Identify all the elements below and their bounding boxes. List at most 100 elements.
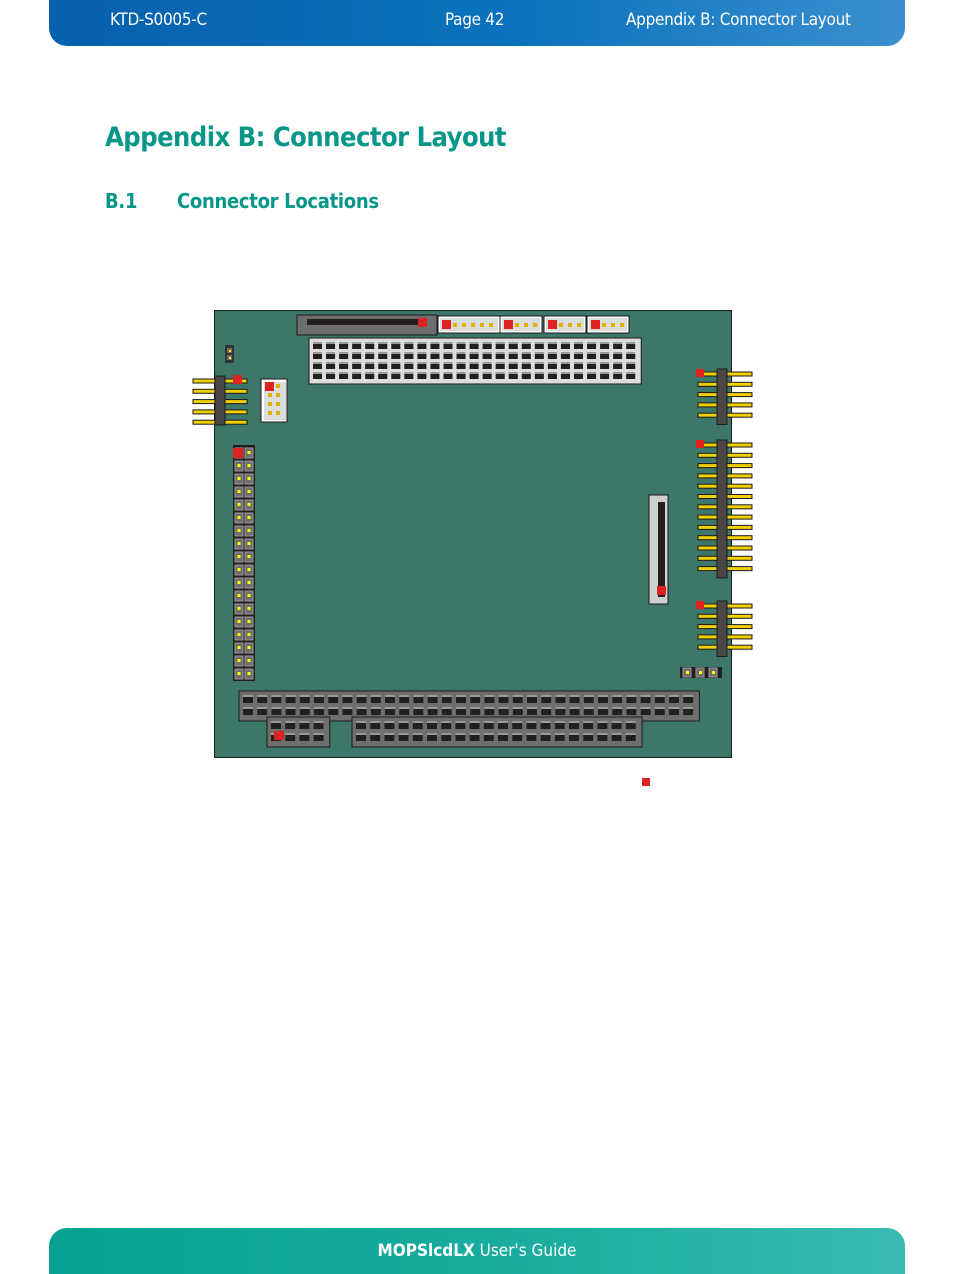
- pin-lead: [726, 634, 753, 640]
- pin: [559, 323, 563, 327]
- pin-dot: [237, 529, 241, 532]
- pin-dot: [237, 620, 241, 623]
- pin-hole: [512, 697, 523, 703]
- pin-hole: [541, 697, 552, 703]
- pin-lead: [697, 514, 718, 520]
- pin-hole: [527, 709, 537, 715]
- pin-hole: [626, 709, 637, 715]
- pin-hole: [611, 723, 622, 729]
- pin-hole: [455, 723, 466, 729]
- pin-hole: [469, 735, 480, 741]
- pin-hole: [384, 723, 395, 729]
- pin-dot: [247, 633, 251, 636]
- pin-hole: [352, 354, 362, 359]
- pin-hole: [271, 723, 281, 729]
- pin-dot: [247, 516, 251, 519]
- pin: [276, 402, 280, 406]
- pin-lead: [726, 624, 753, 630]
- pin-hole: [508, 344, 518, 349]
- pin-dot: [237, 464, 241, 467]
- pin-dot: [247, 555, 251, 558]
- pin-hole: [313, 354, 322, 359]
- connector-overlay: [192, 314, 753, 748]
- pin-hole: [470, 709, 481, 715]
- pin-lead: [726, 514, 753, 520]
- slot-opening: [307, 319, 427, 325]
- pin-hole: [574, 364, 583, 369]
- pin-hole: [356, 697, 367, 703]
- pin-hole: [313, 735, 324, 741]
- pin-hole: [626, 354, 636, 359]
- pin-hole: [365, 374, 375, 379]
- pin-hole: [391, 364, 401, 369]
- pin: [611, 323, 615, 327]
- pin-lead: [697, 613, 718, 619]
- pin-hole: [443, 344, 453, 349]
- pin-hole: [521, 354, 531, 359]
- pin-hole: [587, 374, 597, 379]
- pin-hole: [313, 344, 322, 349]
- pin-hole: [569, 723, 579, 729]
- pin-hole: [385, 709, 395, 715]
- pin-hole: [613, 364, 623, 369]
- pin-hole: [574, 354, 583, 359]
- pin-dot: [247, 503, 251, 506]
- pin-hole: [441, 723, 452, 729]
- pin: [533, 323, 537, 327]
- pin-hole: [540, 735, 551, 741]
- pin-hole: [640, 697, 651, 703]
- pin-hole: [430, 374, 440, 379]
- pin-hole: [534, 354, 544, 359]
- left-2pin-jumper: [225, 345, 234, 363]
- pin-hole: [398, 735, 409, 741]
- pin-hole: [378, 364, 388, 369]
- pin-dot: [237, 672, 241, 675]
- pin-hole: [243, 709, 253, 715]
- pin-hole: [443, 364, 453, 369]
- pin-hole: [285, 735, 296, 741]
- pin-hole: [554, 723, 565, 729]
- pin-lead: [697, 566, 718, 572]
- pin-hole: [417, 344, 427, 349]
- pin-hole: [554, 735, 565, 741]
- pin-1-marker: [442, 320, 451, 329]
- pin-hole: [654, 697, 665, 703]
- pin-lead: [726, 545, 753, 551]
- page-footer: MOPSlcdLX User's Guide: [49, 1228, 905, 1274]
- pin-hole: [498, 709, 509, 715]
- pin-hole: [427, 697, 438, 703]
- pin-hole: [326, 364, 336, 369]
- pin: [602, 323, 606, 327]
- pin-lead: [726, 412, 753, 418]
- pin-hole: [370, 709, 381, 715]
- pin-dot: [247, 646, 251, 649]
- pin-hole: [384, 735, 395, 741]
- pin-hole: [427, 723, 437, 729]
- product-name: MOPSlcdLX: [377, 1241, 475, 1261]
- pin-hole: [370, 735, 381, 741]
- pin-dot: [686, 671, 689, 674]
- pin-hole: [613, 344, 623, 349]
- pin-lead: [697, 381, 718, 387]
- pin: [276, 384, 280, 388]
- pin-hole: [521, 344, 531, 349]
- pin-hole: [456, 354, 466, 359]
- pin-hole: [339, 374, 349, 379]
- pin-lead: [726, 644, 753, 650]
- pin-hole: [399, 697, 410, 703]
- pin: [268, 402, 272, 406]
- pin-dot: [247, 672, 251, 675]
- pin-lead: [726, 473, 753, 479]
- pin-hole: [600, 344, 610, 349]
- pin-hole: [547, 364, 557, 369]
- pin-dot: [247, 594, 251, 597]
- pin-hole: [540, 723, 551, 729]
- pin-dot: [237, 542, 241, 545]
- pin-hole: [482, 344, 492, 349]
- pin-hole: [398, 723, 409, 729]
- pin-hole: [569, 697, 580, 703]
- pin-dot: [237, 516, 241, 519]
- pin-hole: [611, 735, 622, 741]
- pin-hole: [352, 374, 362, 379]
- pin-dot: [237, 581, 241, 584]
